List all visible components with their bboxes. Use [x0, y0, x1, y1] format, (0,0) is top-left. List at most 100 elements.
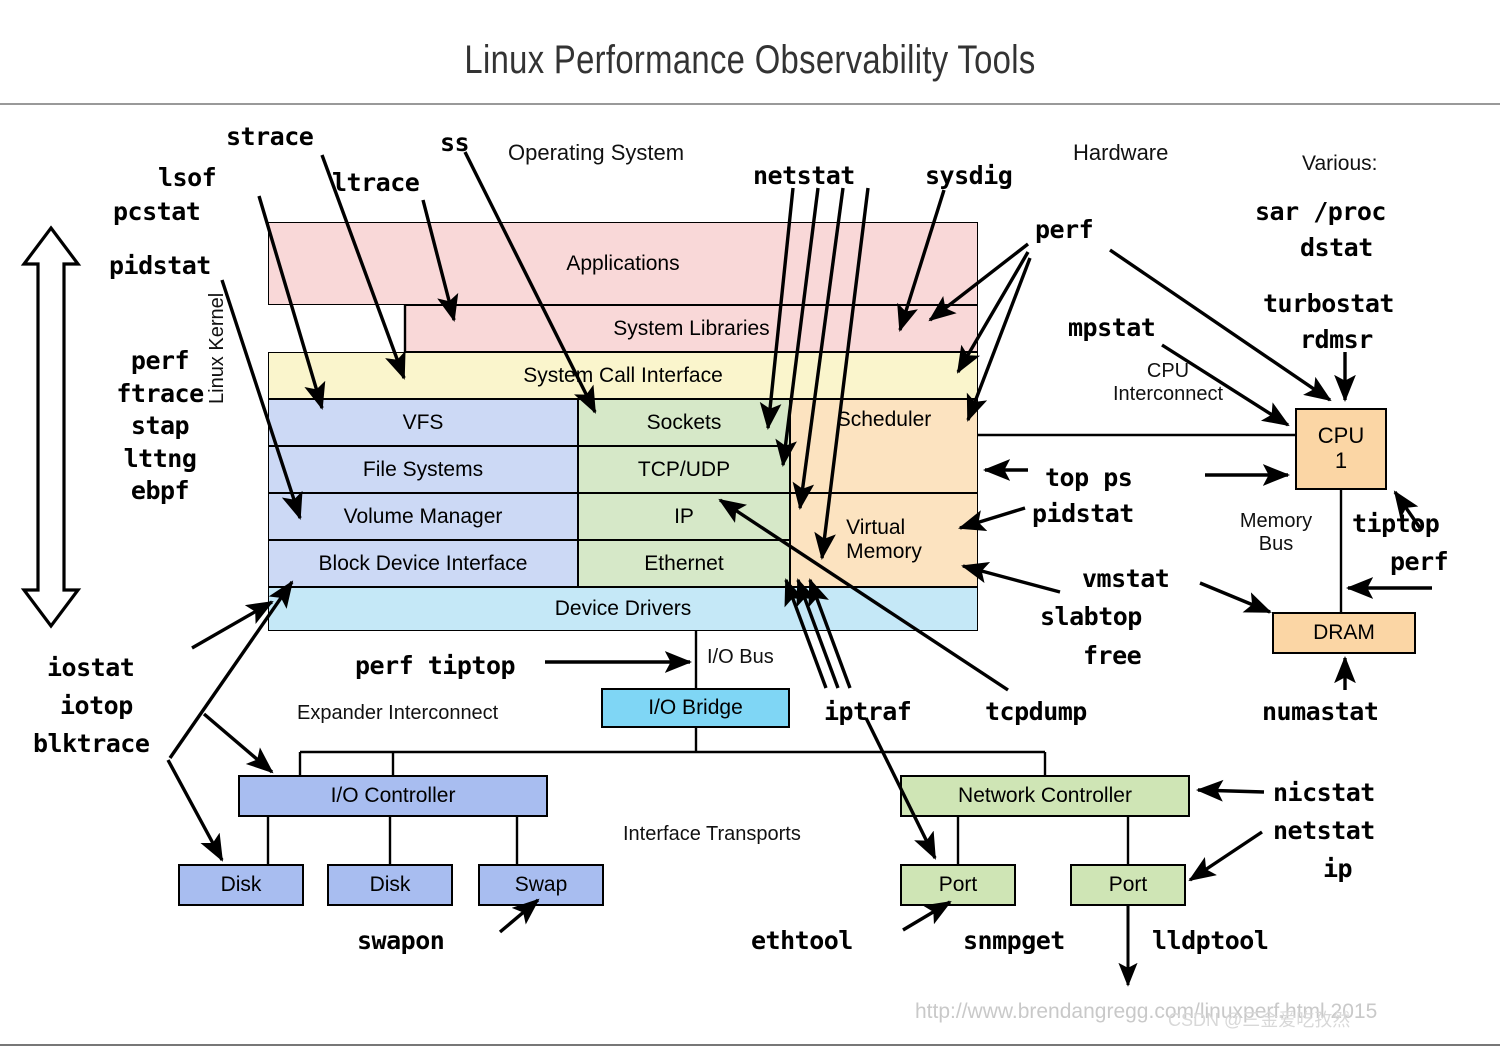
tool-sar-proc: sar /proc	[1255, 197, 1386, 226]
hardware-io-controller: I/O Controller	[238, 775, 548, 817]
stack-vfs-label: VFS	[402, 410, 444, 434]
stack-file-systems: File Systems	[268, 446, 578, 493]
stack-block-device-interface-label: Block Device Interface	[318, 551, 528, 575]
stack-tcp-udp-label: TCP/UDP	[637, 457, 731, 481]
stack-ip-label: IP	[674, 504, 694, 528]
hardware-network-controller-label: Network Controller	[958, 784, 1132, 808]
tool-ethtool: ethtool	[751, 926, 853, 955]
tool-lsof: lsof	[158, 163, 217, 192]
tool-perf-hardware: perf	[1035, 215, 1094, 244]
stack-block-device-interface: Block Device Interface	[268, 540, 578, 587]
hardware-network-controller: Network Controller	[900, 775, 1190, 817]
hardware-swap: Swap	[478, 864, 604, 906]
stack-system-call-interface: System Call Interface	[268, 352, 978, 399]
stack-applications: Applications	[268, 222, 978, 305]
stack-ip: IP	[578, 493, 790, 540]
tool-ss: ss	[440, 128, 470, 157]
arrow-nicstat-to-network-controller	[1195, 779, 1265, 802]
hardware-disk-1: Disk	[178, 864, 304, 906]
tool-sysdig: sysdig	[925, 161, 1013, 190]
stack-system-libraries-label: System Libraries	[613, 316, 770, 340]
footer-watermark: CSDN @三金爱吃孜然	[1168, 1010, 1351, 1030]
tool-iotop: iotop	[60, 691, 133, 720]
stack-virtual-memory-label: Virtual Memory	[846, 516, 922, 563]
tool-perf-tiptop: perf tiptop	[355, 651, 516, 680]
title-divider	[0, 103, 1500, 105]
label-various: Various:	[1302, 152, 1378, 175]
stack-system-call-interface-label: System Call Interface	[523, 363, 723, 387]
tool-lldptool: lldptool	[1152, 926, 1269, 955]
tool-strace: strace	[226, 122, 314, 151]
hardware-port-1-label: Port	[938, 873, 978, 897]
label-cpu-interconnect: CPU Interconnect	[1112, 360, 1224, 405]
tool-netstat-network: netstat	[1273, 816, 1375, 845]
stack-system-libraries: System Libraries	[405, 305, 978, 352]
stack-sockets: Sockets	[578, 399, 790, 446]
label-io-bus: I/O Bus	[707, 646, 774, 668]
hardware-cpu: CPU 1	[1295, 408, 1387, 490]
stack-applications-label: Applications	[566, 251, 680, 275]
tool-tcpdump: tcpdump	[985, 697, 1087, 726]
hardware-disk-2-label: Disk	[369, 873, 411, 897]
hardware-io-controller-label: I/O Controller	[330, 784, 456, 808]
tool-swapon: swapon	[357, 926, 445, 955]
hardware-port-1: Port	[900, 864, 1016, 906]
stack-file-systems-label: File Systems	[362, 457, 484, 481]
label-hardware: Hardware	[1073, 140, 1169, 165]
tool-ltrace: ltrace	[332, 168, 420, 197]
title-bar: Linux Performance Observability Tools	[0, 0, 1500, 105]
arrow-iotop-to-io-controller	[202, 712, 274, 774]
tool-nicstat: nicstat	[1273, 778, 1375, 807]
tool-netstat-top: netstat	[753, 161, 855, 190]
tool-iptraf: iptraf	[824, 697, 912, 726]
tool-perf-right: perf	[1390, 547, 1449, 576]
stack-ethernet: Ethernet	[578, 540, 790, 587]
label-interface-transports: Interface Transports	[623, 823, 801, 845]
tool-pidstat-left: pidstat	[109, 251, 211, 280]
stack-volume-manager-label: Volume Manager	[343, 504, 503, 528]
hardware-cpu-label: CPU 1	[1317, 423, 1365, 473]
tool-pcstat: pcstat	[113, 197, 201, 226]
hardware-disk-2: Disk	[327, 864, 453, 906]
stack-ethernet-label: Ethernet	[644, 551, 724, 575]
arrow-ethtool-to-port	[902, 900, 952, 932]
stack-sockets-label: Sockets	[646, 410, 722, 434]
hardware-port-2-label: Port	[1108, 873, 1148, 897]
stack-volume-manager: Volume Manager	[268, 493, 578, 540]
arrow-netstat-to-port	[1188, 830, 1263, 882]
hardware-io-bridge: I/O Bridge	[601, 688, 790, 728]
tool-top-ps: top ps	[1045, 463, 1133, 492]
hardware-dram: DRAM	[1272, 612, 1416, 654]
label-expander-interconnect: Expander Interconnect	[297, 702, 499, 724]
tool-iostat: iostat	[47, 653, 135, 682]
tool-rdmsr: rdmsr	[1300, 325, 1373, 354]
arrow-blktrace-to-disk	[166, 759, 224, 862]
tool-slabtop: slabtop	[1040, 602, 1142, 631]
label-operating-system: Operating System	[508, 140, 685, 165]
scope-double-arrow	[20, 225, 82, 629]
arrow-iostat-to-device-drivers	[191, 600, 274, 650]
tool-dstat: dstat	[1300, 233, 1373, 262]
tool-snmpget: snmpget	[963, 926, 1065, 955]
tool-tiptop-right: tiptop	[1352, 509, 1440, 538]
page-title: Linux Performance Observability Tools	[464, 38, 1036, 82]
hardware-dram-label: DRAM	[1313, 621, 1375, 645]
tool-turbostat: turbostat	[1263, 289, 1394, 318]
stack-device-drivers: Device Drivers	[268, 587, 978, 631]
tool-kernel-tracers: perf ftrace stap lttng ebpf	[116, 346, 204, 505]
stack-scheduler-label: Scheduler	[836, 408, 932, 431]
stack-tcp-udp: TCP/UDP	[578, 446, 790, 493]
bottom-divider	[0, 1044, 1500, 1046]
tool-numastat: numastat	[1262, 697, 1379, 726]
tool-pidstat-right: pidstat	[1032, 499, 1134, 528]
label-memory-bus: Memory Bus	[1239, 510, 1313, 555]
stack-device-drivers-label: Device Drivers	[554, 597, 692, 620]
arrow-vmstat-to-dram	[1199, 581, 1272, 614]
hardware-port-2: Port	[1070, 864, 1186, 906]
tool-vmstat: vmstat	[1082, 564, 1170, 593]
stack-vfs: VFS	[268, 399, 578, 446]
stack-virtual-memory: Virtual Memory	[790, 493, 978, 587]
hardware-swap-label: Swap	[514, 873, 568, 897]
hardware-disk-1-label: Disk	[220, 873, 262, 897]
tool-blktrace: blktrace	[33, 729, 150, 758]
